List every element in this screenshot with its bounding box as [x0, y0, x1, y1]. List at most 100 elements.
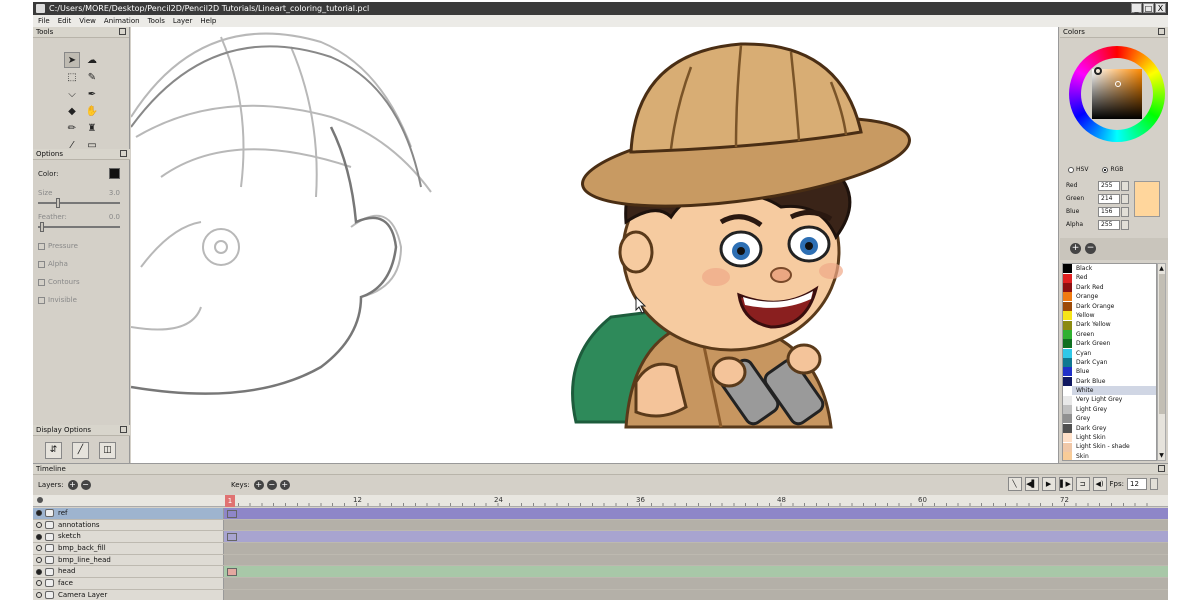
layer-header[interactable]: ref [33, 508, 224, 519]
alpha-spinner[interactable] [1121, 219, 1129, 230]
play-icon[interactable]: ▶ [1041, 477, 1056, 491]
keyframe[interactable] [227, 533, 237, 542]
palette-item[interactable]: Skin [1063, 452, 1156, 460]
maximize-button[interactable]: □ [1143, 3, 1154, 13]
layer-row[interactable]: face [33, 578, 1168, 590]
feather-slider[interactable] [38, 222, 120, 232]
palette-item[interactable]: Dark Grey [1063, 423, 1156, 433]
smudge-icon[interactable]: ☁ [84, 52, 100, 68]
checkbox-box[interactable] [38, 242, 45, 250]
duplicate-key-icon[interactable]: + [279, 480, 290, 490]
layer-header[interactable]: face [33, 578, 224, 589]
blue-spinner[interactable] [1121, 206, 1129, 217]
layer-track[interactable] [224, 531, 1168, 543]
add-key-icon[interactable]: + [253, 480, 264, 490]
green-spinner[interactable] [1121, 193, 1129, 204]
keyframe[interactable] [227, 568, 237, 577]
size-slider[interactable] [38, 198, 120, 208]
thin-lines-icon[interactable]: ╱ [72, 442, 89, 459]
palette-item[interactable]: Dark Cyan [1063, 358, 1156, 368]
layer-track[interactable] [224, 519, 1168, 531]
checkbox-box[interactable] [38, 260, 45, 268]
playhead[interactable]: 1 [225, 495, 235, 507]
layer-track[interactable] [224, 554, 1168, 566]
palette-scrollbar[interactable]: ▲ ▼ [1157, 263, 1166, 461]
menu-file[interactable]: File [38, 15, 50, 27]
checkbox-contours[interactable]: Contours [33, 274, 130, 291]
hand-icon[interactable]: ✋ [84, 103, 100, 119]
palette-item[interactable]: Black [1063, 264, 1156, 274]
close-button[interactable]: X [1155, 3, 1166, 13]
scroll-down-icon[interactable]: ▼ [1158, 451, 1165, 460]
rgb-radio[interactable]: RGB [1102, 166, 1123, 173]
menu-layer[interactable]: Layer [173, 15, 193, 27]
frame-ruler[interactable]: 1 12 24 36 48 60 72 [33, 495, 1168, 507]
menu-edit[interactable]: Edit [58, 15, 72, 27]
layer-row[interactable]: sketch [33, 531, 1168, 544]
palette-item[interactable]: Grey [1063, 414, 1156, 424]
saturation-value-square[interactable] [1092, 69, 1142, 119]
checkbox-box[interactable] [38, 296, 45, 304]
mirror-horizontal-icon[interactable]: ⇵ [45, 442, 62, 459]
visibility-toggle-icon[interactable] [36, 580, 42, 587]
onion-skin-icon[interactable]: ╲ [1007, 477, 1022, 491]
remove-layer-icon[interactable]: − [80, 480, 91, 490]
layer-header[interactable]: sketch [33, 531, 224, 543]
palette-item[interactable]: Dark Orange [1063, 301, 1156, 311]
minimize-button[interactable]: _ [1131, 3, 1142, 13]
red-input[interactable]: 255 [1098, 180, 1120, 191]
checkbox-box[interactable] [38, 278, 45, 286]
undock-icon[interactable] [120, 426, 127, 433]
color-wheel[interactable] [1069, 46, 1165, 142]
brush-icon[interactable]: ✎ [84, 69, 100, 85]
palette-item[interactable]: Blue [1063, 367, 1156, 377]
layer-header[interactable]: head [33, 566, 224, 578]
select-icon[interactable]: ⬚ [64, 69, 80, 85]
blue-input[interactable]: 156 [1098, 206, 1120, 217]
palette-item[interactable]: Dark Yellow [1063, 320, 1156, 330]
menu-animation[interactable]: Animation [104, 15, 140, 27]
layer-header[interactable]: bmp_back_fill [33, 543, 224, 554]
palette-item[interactable]: Dark Green [1063, 339, 1156, 349]
next-frame-icon[interactable]: ▌▶ [1058, 477, 1073, 491]
visibility-toggle-icon[interactable] [36, 557, 42, 564]
checkbox-invisible[interactable]: Invisible [33, 292, 130, 309]
visibility-toggle-icon[interactable] [36, 545, 42, 552]
scroll-up-icon[interactable]: ▲ [1158, 264, 1165, 273]
palette-item[interactable]: Orange [1063, 292, 1156, 302]
visibility-toggle-icon[interactable] [36, 533, 42, 540]
layer-row[interactable]: ref [33, 508, 1168, 520]
visibility-toggle-icon[interactable] [36, 510, 42, 517]
pencil-icon[interactable]: ✏ [64, 120, 80, 136]
fps-spinner[interactable] [1150, 478, 1158, 490]
palette-item[interactable]: Very Light Grey [1063, 395, 1156, 405]
undock-icon[interactable] [119, 28, 126, 35]
loop-icon[interactable]: ⊐ [1075, 477, 1090, 491]
fps-input[interactable]: 12 [1127, 478, 1147, 490]
polyline-icon[interactable]: ⌵ [64, 86, 80, 102]
visibility-toggle-icon[interactable] [36, 592, 42, 599]
layer-row[interactable]: bmp_back_fill [33, 543, 1168, 555]
palette-item[interactable]: Light Skin - shade [1063, 442, 1156, 452]
keyframe[interactable] [227, 510, 237, 518]
layer-header[interactable]: bmp_line_head [33, 554, 224, 566]
visibility-toggle-icon[interactable] [36, 568, 42, 575]
menu-tools[interactable]: Tools [148, 15, 165, 27]
palette-item[interactable]: Cyan [1063, 348, 1156, 358]
outlines-icon[interactable]: ◫ [99, 442, 116, 459]
checkbox-alpha[interactable]: Alpha [33, 256, 130, 273]
palette-item[interactable]: Dark Blue [1063, 376, 1156, 386]
menu-help[interactable]: Help [200, 15, 216, 27]
scroll-thumb[interactable] [1159, 274, 1165, 414]
sound-icon[interactable]: ◀) [1092, 477, 1107, 491]
palette-item[interactable]: Dark Red [1063, 282, 1156, 292]
alpha-input[interactable]: 255 [1098, 219, 1120, 230]
layer-header[interactable]: Camera Layer [33, 589, 224, 600]
remove-color-icon[interactable]: − [1085, 243, 1096, 254]
hsv-radio[interactable]: HSV [1068, 166, 1088, 173]
pen-icon[interactable]: ✒ [84, 86, 100, 102]
undock-icon[interactable] [1158, 465, 1165, 472]
palette-item[interactable]: Yellow [1063, 311, 1156, 321]
arrow-icon[interactable]: ➤ [64, 52, 80, 68]
drawing-canvas[interactable] [131, 27, 1059, 463]
